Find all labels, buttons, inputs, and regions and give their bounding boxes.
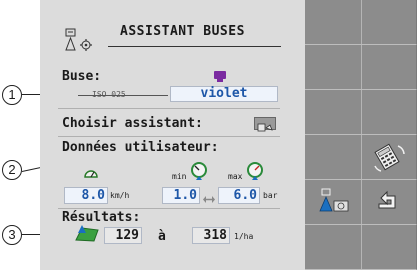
max-label: max — [228, 172, 243, 181]
separator-2 — [58, 136, 280, 137]
speed-field[interactable]: 8.0 — [64, 187, 108, 204]
range-link-icon — [202, 190, 216, 203]
assistant-icon — [257, 123, 273, 132]
min-label: min — [172, 172, 187, 181]
result-max-field: 318 — [192, 227, 230, 244]
assistant-label: Choisir assistant: — [62, 116, 203, 131]
pressure-min-icon — [190, 162, 208, 180]
field-application-icon — [74, 224, 100, 242]
callout-1: 1 — [2, 85, 22, 105]
result-min-field: 129 — [104, 227, 142, 244]
nozzle-settings-icon — [60, 28, 102, 56]
title-underline — [108, 46, 281, 47]
softkey-1[interactable] — [305, 0, 417, 45]
pressure-min-field[interactable]: 1.0 — [162, 187, 200, 204]
speed-gauge-icon — [84, 164, 98, 178]
softkey-sidebar — [305, 0, 417, 270]
nozzle-iso-value: ISO 025 — [78, 88, 168, 102]
pressure-max-field[interactable]: 6.0 — [218, 187, 260, 204]
calculator-rotate-icon[interactable] — [371, 140, 407, 174]
strike-line — [78, 95, 168, 96]
nozzle-settings-button-icon[interactable] — [317, 187, 351, 217]
page-title: ASSISTANT BUSES — [120, 24, 245, 39]
pressure-unit: bar — [263, 191, 278, 200]
separator-1 — [58, 108, 280, 109]
user-data-label: Données utilisateur: — [62, 140, 219, 155]
results-to-word: à — [158, 229, 166, 244]
callout-2: 2 — [2, 160, 22, 180]
speed-unit: km/h — [110, 191, 130, 200]
results-unit: 1/ha — [234, 232, 254, 241]
softkey-2[interactable] — [305, 45, 417, 90]
pressure-max-icon — [246, 162, 264, 180]
softkey-6[interactable] — [305, 225, 417, 270]
buse-label: Buse: — [62, 69, 102, 84]
softkey-3[interactable] — [305, 90, 417, 135]
back-return-icon[interactable] — [373, 188, 403, 214]
nozzle-color-icon — [213, 69, 227, 83]
callout-3: 3 — [2, 225, 22, 245]
separator-3 — [58, 208, 280, 209]
assistant-select-button[interactable] — [254, 117, 276, 132]
nozzle-color-field[interactable]: violet — [170, 86, 278, 102]
results-label: Résultats: — [62, 210, 141, 225]
